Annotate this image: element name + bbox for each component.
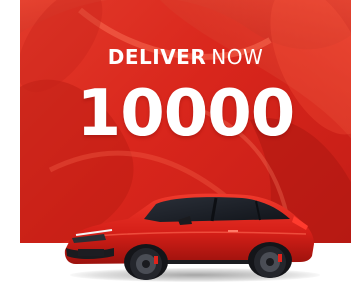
headline-bold-text: DELIVER bbox=[107, 45, 207, 69]
promo-banner: DELIVER NOW 10000 bbox=[0, 0, 351, 293]
red-car-image bbox=[64, 193, 314, 280]
delivery-count: 10000 bbox=[76, 77, 296, 151]
headline-light-text: NOW bbox=[211, 45, 264, 69]
headline: DELIVER NOW bbox=[20, 45, 351, 69]
